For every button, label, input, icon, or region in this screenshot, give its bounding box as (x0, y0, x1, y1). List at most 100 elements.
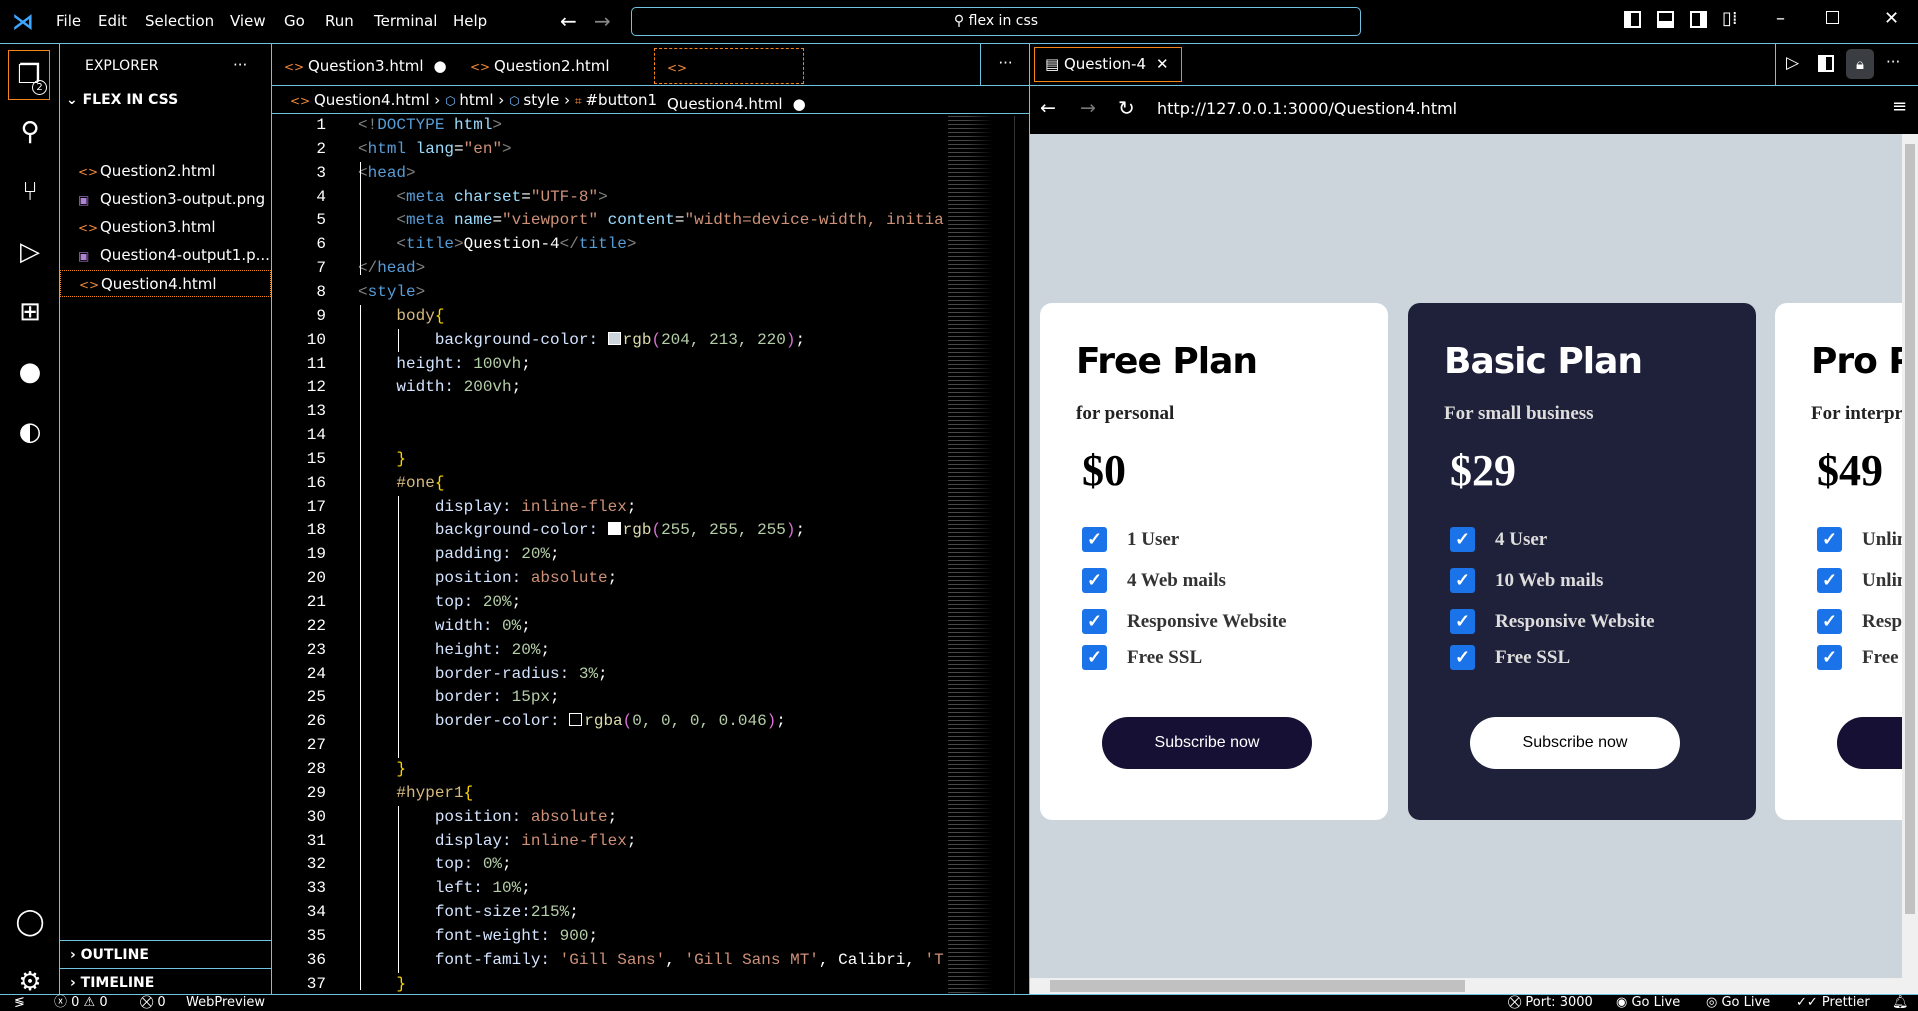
forward-arrow-icon[interactable]: → (594, 9, 611, 33)
breadcrumb-item[interactable]: ⌗ #button1 (575, 91, 657, 109)
menu-help[interactable]: Help (453, 12, 487, 30)
search-icon[interactable]: ⚲ (10, 112, 50, 152)
checkbox-checked-icon[interactable]: ✓ (1082, 568, 1107, 593)
color-swatch[interactable] (607, 522, 621, 536)
checkbox-checked-icon[interactable]: ✓ (1817, 568, 1842, 593)
editor-more-button[interactable]: ··· (980, 44, 1030, 86)
breadcrumb-item[interactable]: ⬡ html (445, 91, 493, 109)
dirty-indicator-icon[interactable]: ● (793, 95, 806, 113)
file-item[interactable]: <> Question2.html (60, 158, 271, 185)
folder-flex-in-css[interactable]: ⌄ FLEX IN CSS (66, 92, 178, 108)
subscribe-button[interactable]: Subscribe now (1102, 717, 1312, 769)
ports-indicator[interactable]: ⛒ 0 (140, 995, 166, 1011)
minimize-icon[interactable]: – (1776, 8, 1785, 29)
file-item[interactable]: <> Question4.html (60, 270, 271, 297)
split-editor-icon[interactable] (1818, 55, 1834, 72)
minimap[interactable] (948, 116, 1012, 994)
tab-question3-html[interactable]: <> Question3.html ● (272, 48, 458, 84)
file-item[interactable]: ▣ Question3-output.png (60, 186, 271, 213)
url-bar[interactable]: http://127.0.0.1:3000/Question4.html (1157, 99, 1457, 118)
chevron-right-icon: › (70, 975, 81, 991)
subscribe-button[interactable]: Subscribe now (1470, 717, 1680, 769)
customize-layout-icon[interactable]: ▯⁞ (1722, 8, 1738, 29)
lock-icon[interactable]: 🔒︎ (1846, 49, 1874, 79)
reload-icon[interactable]: ↻ (1118, 96, 1135, 120)
menu-selection[interactable]: Selection (145, 12, 214, 30)
checkbox-checked-icon[interactable]: ✓ (1817, 527, 1842, 552)
browser-forward-icon[interactable]: → (1080, 97, 1096, 119)
menu-run[interactable]: Run (325, 12, 354, 30)
checkbox-checked-icon[interactable]: ✓ (1450, 568, 1475, 593)
checkbox-checked-icon[interactable]: ✓ (1450, 609, 1475, 634)
file-item[interactable]: ▣ Question4-output1.p... (60, 242, 271, 269)
close-window-icon[interactable]: ✕ (1884, 8, 1899, 29)
color-swatch[interactable] (569, 713, 583, 727)
explorer-icon[interactable]: ❐ 2 (8, 50, 50, 100)
menu-file[interactable]: File (56, 12, 81, 30)
pricing-card: Basic Plan For small business $29 ✓ 4 User ✓ 1… (1408, 303, 1756, 820)
file-item[interactable]: <> Question3.html (60, 214, 271, 241)
problems-indicator[interactable]: ⓧ 0 ⚠ 0 (54, 995, 108, 1011)
code-token: height: (434, 640, 512, 659)
account-icon[interactable]: ◯ (10, 902, 50, 942)
run-icon[interactable]: ▷ (1786, 53, 1799, 73)
more-actions-button[interactable]: ··· (233, 56, 247, 74)
checkbox-checked-icon[interactable]: ✓ (1082, 527, 1107, 552)
menu-view[interactable]: View (230, 12, 266, 30)
horizontal-scrollbar[interactable] (1030, 978, 1918, 994)
restore-icon[interactable] (1826, 11, 1839, 24)
notifications-icon[interactable]: 🔔︎ (1892, 995, 1909, 1011)
checkbox-checked-icon[interactable]: ✓ (1450, 645, 1475, 670)
subscribe-button[interactable]: Su (1837, 717, 1902, 769)
code-token: width: (396, 378, 464, 397)
feature-label: Free (1862, 646, 1899, 668)
extensions-icon[interactable]: ⊞ (10, 292, 50, 332)
port-status[interactable]: ⛒ Port: 3000 (1508, 995, 1593, 1011)
checkbox-checked-icon[interactable]: ✓ (1450, 527, 1475, 552)
menu-edit[interactable]: Edit (98, 12, 127, 30)
vertical-scrollbar[interactable] (1902, 134, 1918, 978)
breadcrumb-item[interactable]: ⬡ style (509, 91, 559, 109)
prettier-status[interactable]: ✓✓ Prettier (1796, 995, 1870, 1011)
editor-scrollbar[interactable] (1014, 116, 1028, 994)
back-arrow-icon[interactable]: ← (560, 9, 577, 33)
edge-icon[interactable]: ◐ (10, 412, 50, 452)
code-token: padding: (434, 545, 522, 564)
toggle-sidebar-icon[interactable] (1624, 11, 1641, 28)
go-live-button-2[interactable]: ◎ Go Live (1706, 995, 1770, 1011)
tab-question2-html[interactable]: <> Question2.html (458, 48, 644, 84)
command-center-search[interactable]: ⚲ flex in css (631, 7, 1361, 36)
menu-go[interactable]: Go (284, 12, 305, 30)
close-tab-icon[interactable]: ✕ (1156, 55, 1169, 73)
toggle-secondary-sidebar-icon[interactable] (1690, 11, 1707, 28)
menu-icon[interactable]: ≡ (1892, 96, 1907, 117)
line-number: 13 (306, 402, 326, 421)
toggle-panel-icon[interactable] (1657, 11, 1674, 28)
code-area[interactable]: 1 <!DOCTYPE html> 2 <html lang="en"> 3 <head>… (272, 114, 1030, 994)
breadcrumb-item[interactable]: <> Question4.html (290, 91, 430, 109)
go-live-button[interactable]: ◉ Go Live (1616, 995, 1680, 1011)
indent-guide (398, 805, 399, 973)
source-control-icon[interactable]: ⑂ (10, 172, 50, 212)
menu-terminal[interactable]: Terminal (374, 12, 437, 30)
tab-question4-html[interactable]: <> Question4.html ● (654, 48, 806, 113)
outline-section[interactable]: › OUTLINE (60, 940, 271, 969)
webpreview-status[interactable]: WebPreview (186, 995, 265, 1011)
checkbox-checked-icon[interactable]: ✓ (1082, 645, 1107, 670)
run-debug-icon[interactable]: ▷ (10, 232, 50, 272)
checkbox-checked-icon[interactable]: ✓ (1082, 609, 1107, 634)
checkbox-checked-icon[interactable]: ✓ (1817, 645, 1842, 670)
color-swatch[interactable] (607, 331, 621, 345)
more-actions-icon[interactable]: ··· (1886, 53, 1900, 71)
browser-back-icon[interactable]: ← (1040, 97, 1056, 119)
github-icon[interactable]: ● (10, 352, 50, 392)
checkbox-checked-icon[interactable]: ✓ (1817, 609, 1842, 634)
tab-question-4[interactable]: ▤ Question-4 ✕ (1034, 47, 1182, 82)
timeline-section[interactable]: › TIMELINE (60, 968, 271, 997)
dirty-indicator-icon[interactable]: ● (434, 57, 447, 75)
remote-icon[interactable]: ≶ (14, 995, 25, 1011)
code-token: ( (651, 330, 662, 349)
